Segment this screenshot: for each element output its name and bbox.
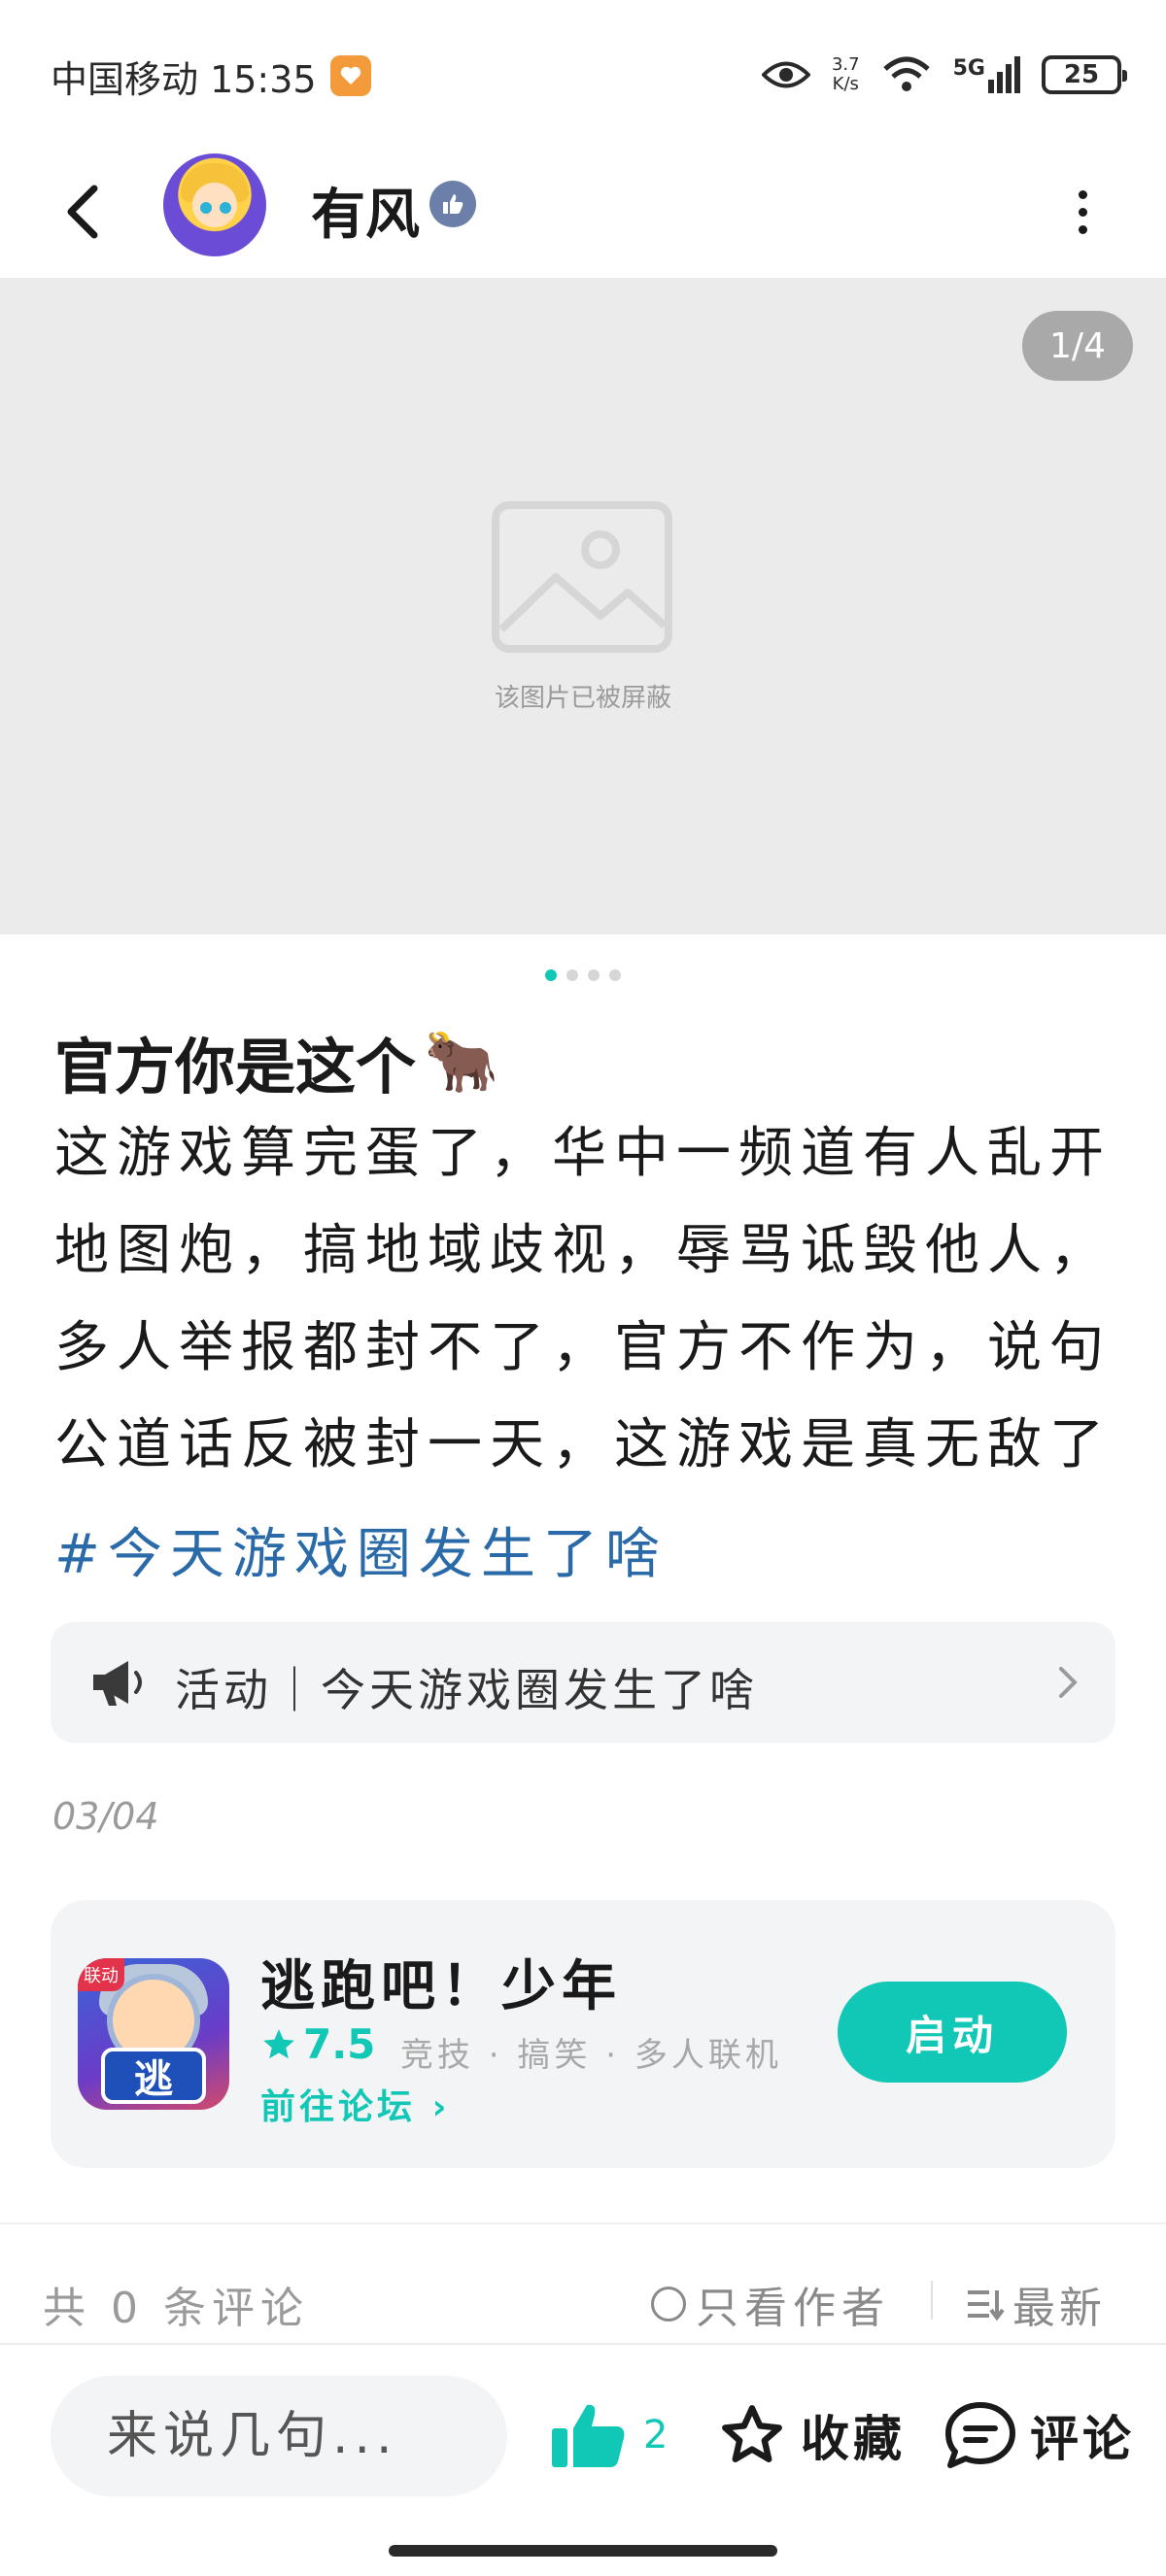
author-only-toggle[interactable]: 只看作者	[651, 2273, 890, 2335]
like-button[interactable]: 2	[550, 2391, 668, 2479]
chevron-right-icon: ›	[431, 2087, 451, 2127]
post-title-text: 官方你是这个	[54, 1032, 417, 1102]
chat-bubble-icon	[945, 2402, 1015, 2468]
launch-button[interactable]: 启动	[838, 1982, 1067, 2083]
image-carousel[interactable]: 1/4 该图片已被屏蔽	[0, 278, 1166, 934]
game-icon-badge: 联动	[78, 1958, 124, 1991]
back-arrow-icon	[67, 185, 98, 239]
thumbs-up-icon	[552, 2404, 625, 2467]
more-vertical-icon	[1078, 189, 1087, 199]
author-avatar[interactable]	[163, 153, 266, 256]
comment-count: 共 0 条评论	[43, 2284, 309, 2333]
status-bar: 中国移动 15:35 3.7 K/s 5G 25	[0, 0, 1166, 146]
home-indicator[interactable]	[389, 2545, 777, 2557]
activity-banner[interactable]: 活动｜今天游戏圈发生了啥	[51, 1622, 1115, 1743]
comment-input[interactable]	[51, 2376, 507, 2496]
post-body: 这游戏算完蛋了，华中一频道有人乱开 地图炮，搞地域歧视，辱骂诋毁他人， 多人举报…	[54, 1122, 1112, 1476]
comment-label: 评论	[1030, 2411, 1135, 2467]
signal-icon: 5G	[953, 56, 1020, 93]
sort-separator	[931, 2281, 933, 2320]
favorite-button[interactable]: 收藏	[717, 2391, 906, 2479]
image-blocked-icon	[492, 501, 672, 653]
favorite-label: 收藏	[801, 2411, 906, 2467]
game-forum-label: 前往论坛	[260, 2087, 417, 2127]
game-tags: 竞技 · 搞笑 · 多人联机	[400, 2036, 782, 2075]
net-speed: 3.7 K/s	[832, 55, 860, 94]
carousel-dots	[0, 969, 1166, 981]
author-only-label: 只看作者	[696, 2284, 890, 2333]
bottom-bar-divider	[0, 2343, 1166, 2345]
chevron-right-icon	[1059, 1667, 1078, 1698]
more-options-button[interactable]	[1061, 181, 1104, 243]
battery-level: 25	[1063, 60, 1100, 89]
star-outline-icon	[722, 2405, 782, 2462]
status-right: 3.7 K/s 5G 25	[761, 45, 1127, 105]
game-icon-char: 逃	[101, 2048, 206, 2104]
wifi-icon	[882, 56, 930, 91]
post-hashtag[interactable]: #今天游戏圈发生了啥	[54, 1510, 668, 1589]
activity-label: 活动｜今天游戏圈发生了啥	[175, 1664, 758, 1716]
post-title: 官方你是这个 🐂	[54, 1018, 498, 1105]
section-divider	[0, 2222, 1166, 2224]
blocked-image-text: 该图片已被屏蔽	[494, 684, 671, 713]
carousel-dot-active[interactable]	[545, 969, 557, 981]
net-speed-unit: K/s	[832, 74, 859, 94]
bull-emoji: 🐂	[424, 1026, 499, 1097]
sort-button[interactable]: 最新	[966, 2273, 1106, 2335]
comment-button[interactable]: 评论	[944, 2391, 1135, 2479]
game-name[interactable]: 逃跑吧！少年	[260, 1943, 622, 2021]
game-icon[interactable]: 逃 联动	[78, 1958, 229, 2110]
eye-icon	[761, 61, 810, 88]
game-rating: 7.5	[260, 2020, 375, 2068]
page-indicator: 1/4	[1022, 311, 1133, 381]
star-icon	[263, 2028, 294, 2058]
sort-list-icon	[968, 2290, 1005, 2322]
back-button[interactable]	[49, 173, 117, 251]
verified-thumb-icon	[429, 181, 476, 227]
carousel-dot[interactable]	[609, 969, 621, 981]
radio-icon[interactable]	[651, 2287, 686, 2322]
post-date: 03/04	[52, 1795, 159, 1838]
network-type: 5G	[952, 56, 985, 81]
game-forum-link[interactable]: 前往论坛 ›	[260, 2079, 450, 2129]
battery-indicator: 25	[1042, 55, 1127, 94]
like-count: 2	[643, 2413, 669, 2457]
carousel-dot[interactable]	[588, 969, 600, 981]
app-notification-icon	[329, 55, 371, 96]
game-rating-value: 7.5	[303, 2020, 376, 2068]
game-card[interactable]: 逃 联动 逃跑吧！少年 7.5 竞技 · 搞笑 · 多人联机 前往论坛 › 启动	[51, 1900, 1115, 2168]
carousel-dot[interactable]	[566, 969, 578, 981]
net-speed-value: 3.7	[831, 54, 860, 75]
sort-label: 最新	[1012, 2284, 1106, 2333]
status-left: 中国移动 15:35	[51, 49, 371, 103]
post-header: 有风	[0, 146, 1166, 277]
megaphone-icon	[93, 1661, 142, 1706]
carrier-time: 中国移动 15:35	[51, 57, 317, 101]
author-name[interactable]: 有风	[311, 171, 420, 250]
comments-header: 共 0 条评论 只看作者 最新	[0, 2263, 1166, 2341]
